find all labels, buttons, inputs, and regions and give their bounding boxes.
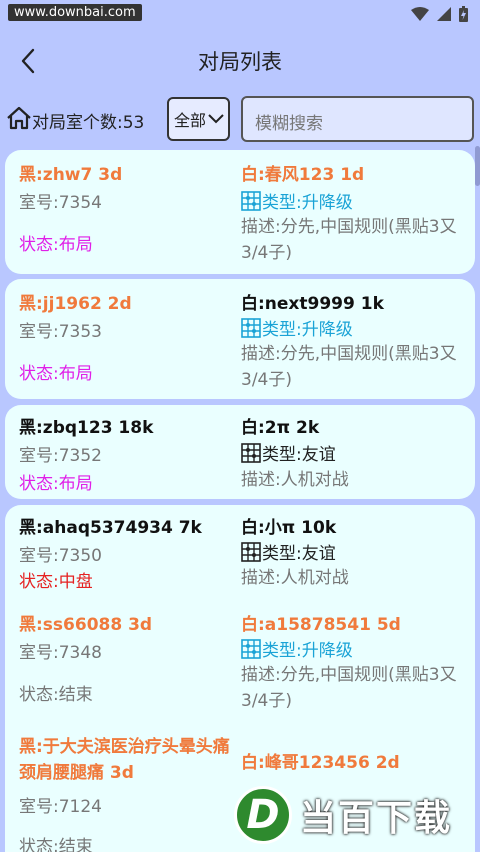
game-description: 描述:分先,中国规则(黑贴3又3/4子) xyxy=(241,344,457,390)
game-state: 状态:布局 xyxy=(19,235,93,255)
room-number: 室号:7353 xyxy=(19,322,102,342)
board-grid-icon xyxy=(241,638,261,659)
filter-selected-label: 全部 xyxy=(174,111,207,130)
board-grid-icon xyxy=(241,190,261,211)
game-type: 类型:升降级 xyxy=(241,188,467,213)
scrollbar[interactable] xyxy=(475,146,480,186)
black-player: 黑:jj1962 2d xyxy=(19,294,132,314)
white-player: 白:a15878541 5d xyxy=(241,615,401,635)
game-type-label: 类型:升降级 xyxy=(262,641,353,661)
home-icon xyxy=(7,106,31,130)
toolbar: 对局室个数:53 全部 模糊搜索 xyxy=(0,96,480,144)
game-description: 描述:分先,中国规则(黑贴3又3/4子) xyxy=(241,217,457,263)
board-grid-icon xyxy=(241,317,261,338)
game-type-label: 类型:友谊 xyxy=(262,544,336,564)
game-card[interactable]: 黑:zhw7 3d 室号:7354 状态:布局 白:春风123 1d 类型:升降… xyxy=(5,150,475,274)
watermark-text: 当百下载 xyxy=(300,798,453,839)
game-description: 描述:分先,中国规则(黑贴3又3/4子) xyxy=(241,665,457,711)
game-type: 类型:友谊 xyxy=(241,440,467,465)
app-bar: 对局列表 xyxy=(0,30,480,92)
filter-dropdown[interactable]: 全部 xyxy=(167,97,230,141)
black-player: 黑:于大夫滨医治疗头晕头痛颈肩腰腿痛 3d xyxy=(19,737,230,783)
white-player: 白:小π 10k xyxy=(241,518,337,538)
game-description: 描述:人机对战 xyxy=(241,470,349,490)
board-grid-icon xyxy=(241,442,261,463)
game-state: 状态:中盘 xyxy=(19,572,93,592)
black-player: 黑:zhw7 3d xyxy=(19,165,123,185)
game-state: 状态:结束 xyxy=(19,837,93,852)
download-site-watermark: D 当百下载 xyxy=(234,786,452,844)
board-grid-icon xyxy=(241,541,261,562)
status-bar: www.downbai.com xyxy=(0,0,480,30)
game-state: 状态:布局 xyxy=(19,474,93,494)
room-number: 室号:7348 xyxy=(19,643,102,663)
room-number: 室号:7124 xyxy=(19,797,102,817)
game-state: 状态:布局 xyxy=(19,364,93,384)
game-type: 类型:升降级 xyxy=(241,636,467,661)
game-type-label: 类型:升降级 xyxy=(262,193,353,213)
battery-icon xyxy=(459,6,468,22)
site-watermark: www.downbai.com xyxy=(8,4,142,21)
white-player: 白:2π 2k xyxy=(241,418,320,438)
game-card[interactable]: 黑:jj1962 2d 室号:7353 状态:布局 白:next9999 1k … xyxy=(5,279,475,399)
white-player: 白:峰哥123456 2d xyxy=(241,753,400,773)
wifi-icon xyxy=(411,7,429,21)
white-player: 白:春风123 1d xyxy=(241,165,365,185)
game-type-label: 类型:友谊 xyxy=(262,445,336,465)
black-player: 黑:zbq123 18k xyxy=(19,418,154,438)
black-player: 黑:ss66088 3d xyxy=(19,615,153,635)
room-number: 室号:7352 xyxy=(19,446,102,466)
search-input[interactable]: 模糊搜索 xyxy=(241,96,474,142)
signal-icon xyxy=(437,7,451,21)
game-card[interactable]: 黑:zbq123 18k 室号:7352 状态:布局 白:2π 2k 类型:友谊… xyxy=(5,405,475,499)
room-number: 室号:7350 xyxy=(19,546,102,566)
chevron-down-icon xyxy=(208,114,224,124)
page-title: 对局列表 xyxy=(198,50,282,74)
game-type-label: 类型:升降级 xyxy=(262,320,353,340)
status-icons xyxy=(411,6,468,22)
black-player: 黑:ahaq5374934 7k xyxy=(19,518,202,538)
game-state: 状态:结束 xyxy=(19,685,93,705)
game-type: 类型:友谊 xyxy=(241,539,467,564)
room-number: 室号:7354 xyxy=(19,193,102,213)
game-type: 类型:升降级 xyxy=(241,315,467,340)
room-count: 对局室个数:53 xyxy=(32,113,145,133)
game-description: 描述:人机对战 xyxy=(241,568,349,588)
watermark-logo: D xyxy=(234,786,292,844)
white-player: 白:next9999 1k xyxy=(241,294,384,314)
search-placeholder: 模糊搜索 xyxy=(255,114,323,134)
